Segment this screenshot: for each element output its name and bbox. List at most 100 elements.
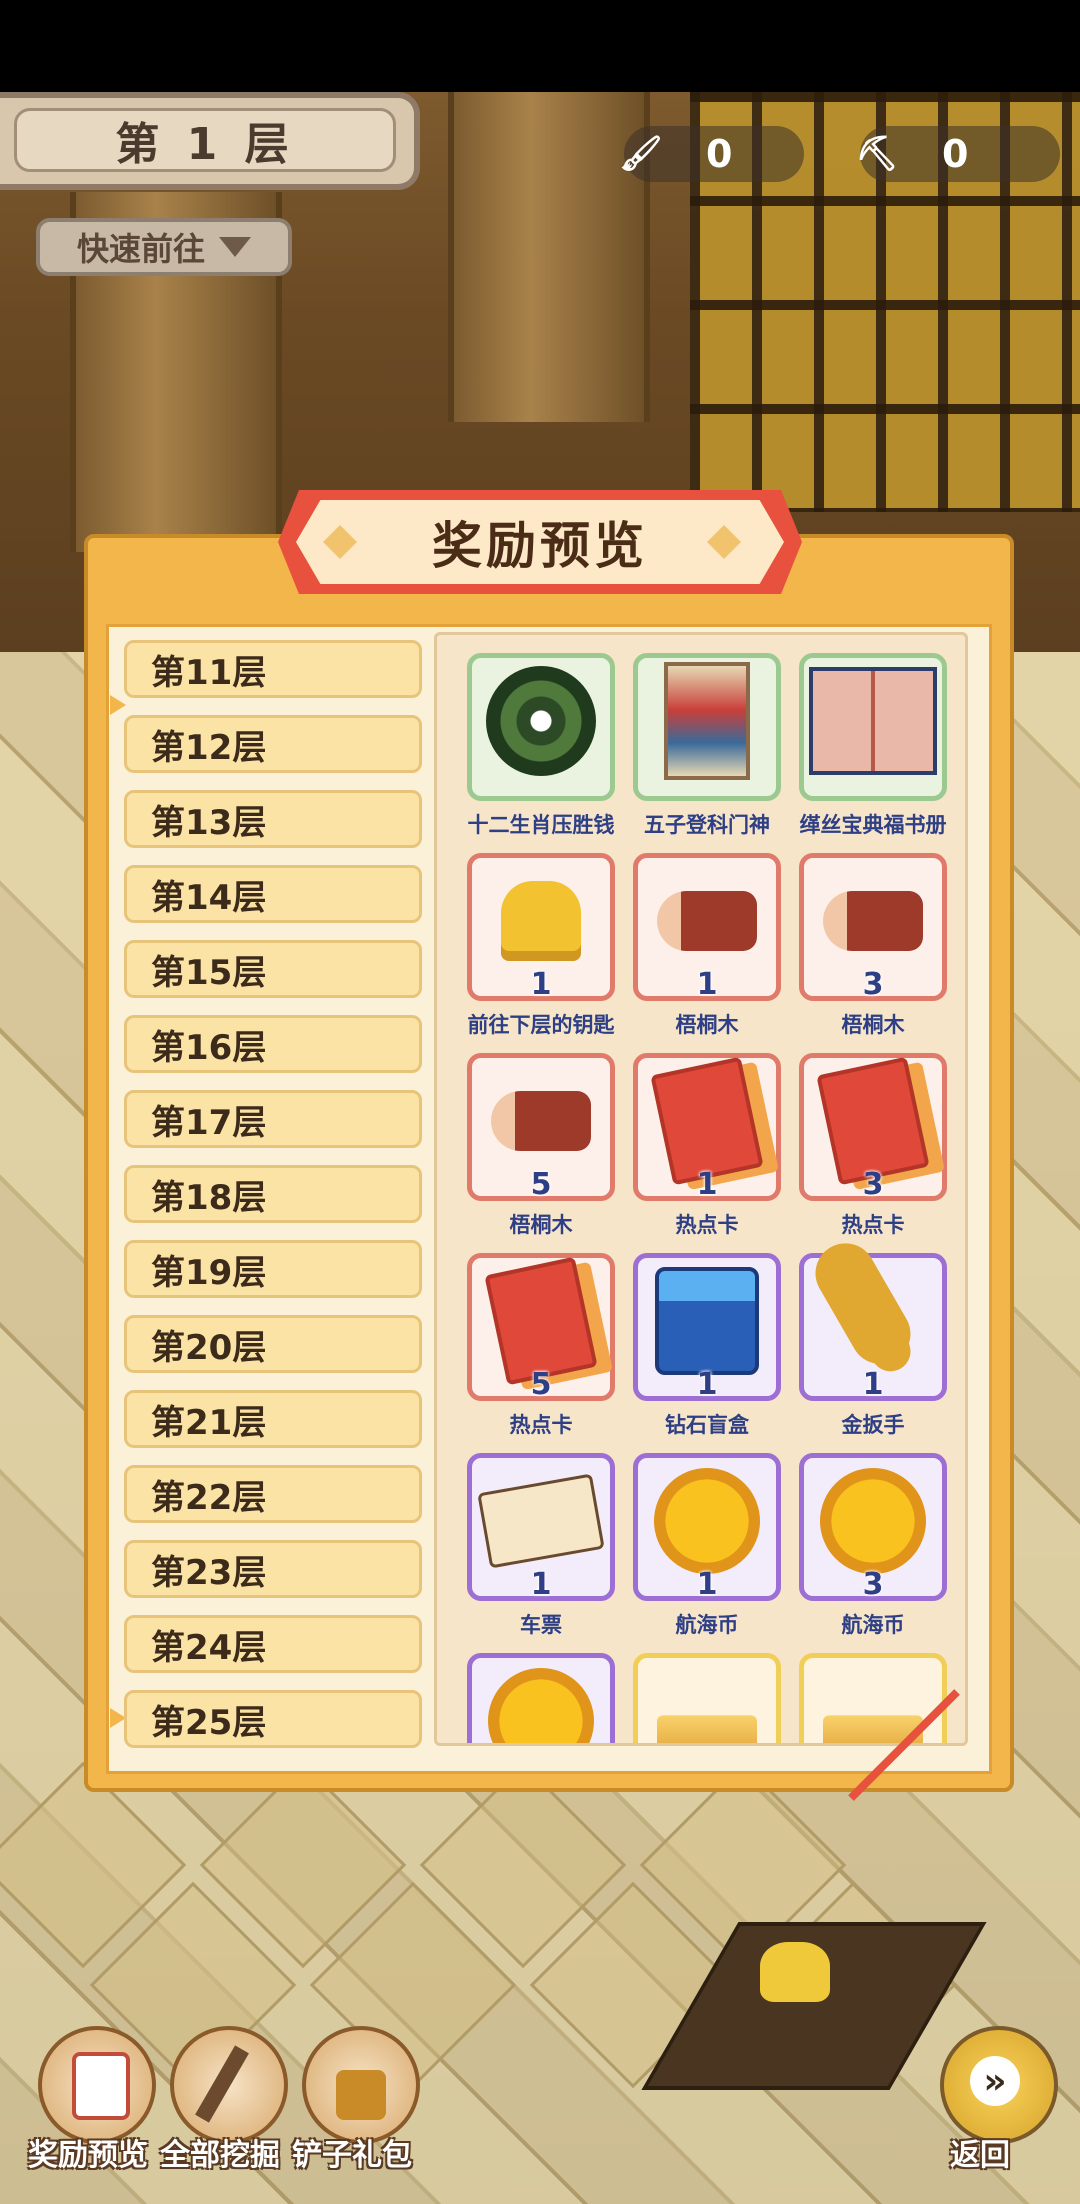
gift-bucket-icon [72, 2052, 130, 2120]
buried-treasure[interactable] [760, 1942, 830, 2002]
reward-card[interactable]: 1 [633, 1453, 781, 1602]
reward-card[interactable]: 1 [467, 1453, 615, 1602]
reward-count: 3 [862, 1567, 884, 1602]
bus-ticket-icon [477, 1473, 605, 1569]
floor-item[interactable]: 第20层 [124, 1315, 422, 1373]
reward-name: 前往下层的钥匙 [467, 1013, 615, 1037]
arrow-right-icon: » [970, 2056, 1020, 2106]
floor-item[interactable]: 第17层 [124, 1090, 422, 1148]
reward-count: 5 [530, 1167, 552, 1202]
dig-all-label: 全部挖掘 [160, 2138, 280, 2173]
floor-item[interactable]: 第15层 [124, 940, 422, 998]
reward-card[interactable] [799, 1653, 947, 1743]
brush-count: 0 [706, 132, 733, 176]
floor-item[interactable]: 第21层 [124, 1390, 422, 1448]
reward-card[interactable]: 3 [799, 1453, 947, 1602]
wood-log-icon [657, 891, 757, 952]
shovel-icon: ⛏ [855, 134, 899, 174]
reward-count: 1 [530, 1567, 552, 1602]
reward-name: 五子登科门神 [644, 813, 770, 837]
reward-card[interactable] [467, 1653, 615, 1743]
reward-name: 热点卡 [841, 1213, 905, 1237]
dig-all-button[interactable] [170, 2026, 288, 2144]
level-header: 第 1 层 [0, 92, 420, 190]
reward-count: 1 [530, 967, 552, 1002]
reward-count: 1 [696, 1367, 718, 1402]
shovel-counter: ⛏ 0 [855, 126, 1060, 182]
floor-item[interactable]: 第18层 [124, 1165, 422, 1223]
floor-item[interactable]: 第13层 [124, 790, 422, 848]
wood-log-icon [491, 1091, 591, 1152]
reward-card[interactable]: 1 [799, 1253, 947, 1402]
floor-item[interactable]: 第24层 [124, 1615, 422, 1673]
reward-name: 钻石盲盒 [665, 1413, 749, 1437]
reward-count: 5 [530, 1367, 552, 1402]
reward-card[interactable]: 1 [633, 853, 781, 1002]
gold-bar-icon [657, 1715, 757, 1743]
shovel-count: 0 [942, 132, 969, 176]
status-bar [0, 0, 1080, 92]
shovel-pack-label: 铲子礼包 [292, 2138, 412, 2173]
reward-name: 缂丝宝典福书册 [799, 813, 947, 837]
reward-count: 1 [696, 1167, 718, 1202]
reward-name: 十二生肖压胜钱 [467, 813, 615, 837]
reward-card[interactable] [633, 1653, 781, 1743]
reward-card[interactable]: 3 [799, 1053, 947, 1202]
chevron-down-icon [219, 237, 251, 257]
floor-item[interactable]: 第25层 [124, 1690, 422, 1748]
wood-log-icon [823, 891, 923, 952]
floor-item[interactable]: 第19层 [124, 1240, 422, 1298]
floor-item[interactable]: 第11层 [124, 640, 422, 698]
reward-preview-button[interactable] [38, 2026, 156, 2144]
reward-count: 1 [862, 1367, 884, 1402]
floor-item[interactable]: 第22层 [124, 1465, 422, 1523]
reward-name: 热点卡 [675, 1213, 739, 1237]
jade-coin-icon [486, 666, 596, 777]
reward-name: 梧桐木 [509, 1213, 573, 1237]
back-label: 返回 [950, 2138, 1010, 2173]
shovel-brush-icon [195, 2045, 249, 2123]
reward-count: 3 [862, 967, 884, 1002]
reward-card[interactable]: 1 [633, 1053, 781, 1202]
reward-card[interactable]: 5 [467, 1253, 615, 1402]
reward-card[interactable]: 5 [467, 1053, 615, 1202]
sailing-coin-icon [654, 1468, 760, 1575]
floor-item[interactable]: 第14层 [124, 865, 422, 923]
reward-card[interactable] [467, 653, 615, 801]
level-title: 第 1 层 [14, 108, 396, 172]
floor-item[interactable]: 第23层 [124, 1540, 422, 1598]
back-button[interactable]: » [940, 2026, 1058, 2144]
floor-item[interactable]: 第16层 [124, 1015, 422, 1073]
diamond-blind-box-icon [655, 1267, 759, 1376]
reward-card[interactable]: 3 [799, 853, 947, 1002]
reward-name: 航海币 [841, 1613, 905, 1637]
key-icon [501, 881, 581, 962]
reward-name: 梧桐木 [841, 1013, 905, 1037]
reward-name: 车票 [520, 1613, 562, 1637]
brush-counter: 🖌 0 [619, 126, 804, 182]
shovel-pack-button[interactable] [302, 2026, 420, 2144]
reward-count: 3 [862, 1167, 884, 1202]
brush-icon: 🖌 [619, 134, 663, 174]
door-god-painting-icon [664, 662, 750, 781]
reward-card[interactable]: 1 [467, 853, 615, 1002]
sailing-coin-icon [820, 1468, 926, 1575]
reward-preview-label: 奖励预览 [28, 2138, 148, 2173]
reward-count: 1 [696, 1567, 718, 1602]
reward-card[interactable] [799, 653, 947, 801]
floor-item[interactable]: 第12层 [124, 715, 422, 773]
reward-name: 航海币 [675, 1613, 739, 1637]
reward-grid: 十二生肖压胜钱 五子登科门神 缂丝宝典福书册 1 前往下层的钥匙 1 梧桐木 3 梧桐木 5 梧桐木… [434, 632, 968, 1746]
quick-go-label: 快速前往 [76, 230, 205, 268]
reward-card[interactable] [633, 653, 781, 801]
reward-count: 1 [696, 967, 718, 1002]
reward-name: 热点卡 [509, 1413, 573, 1437]
reward-card[interactable]: 1 [633, 1253, 781, 1402]
list-arrow-icon [110, 695, 126, 715]
quick-go-dropdown[interactable]: 快速前往 [36, 218, 292, 276]
reward-name: 金扳手 [841, 1413, 905, 1437]
silk-book-icon [809, 667, 937, 776]
reward-name: 梧桐木 [675, 1013, 739, 1037]
sailing-coin-icon [488, 1668, 594, 1743]
gift-bag-icon [336, 2070, 386, 2120]
